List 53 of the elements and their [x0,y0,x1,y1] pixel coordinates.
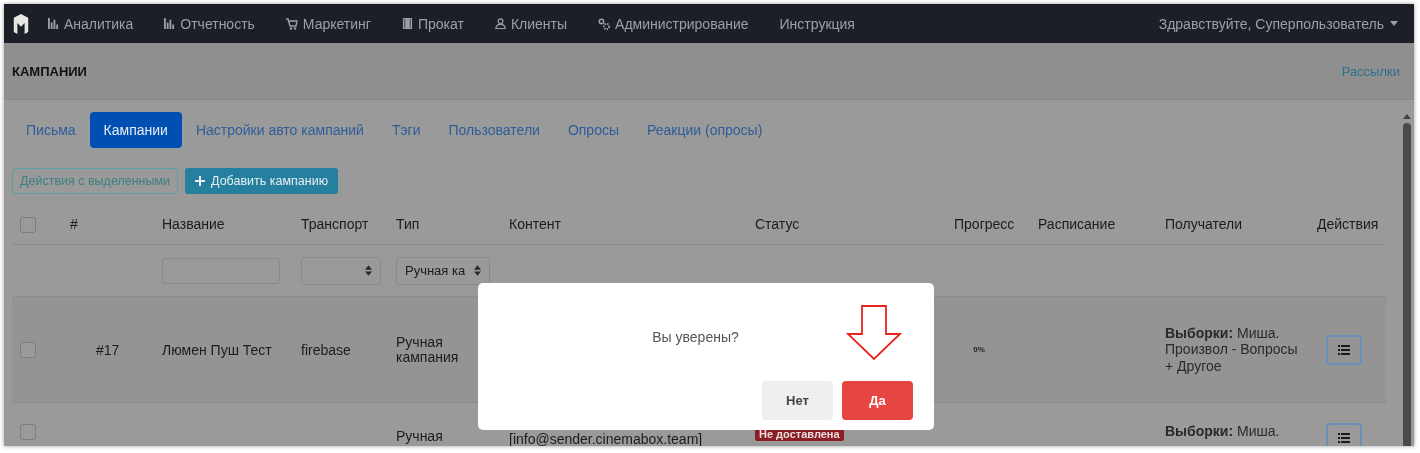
dialog-message: Вы уверены? [652,329,739,345]
column-header: Транспорт [301,216,369,232]
bar-chart-icon [164,18,176,29]
column-header: Получатели [1165,216,1243,232]
down-arrow-annotation [846,305,902,361]
column-header: Тип [396,216,420,232]
add-campaign-button[interactable]: Добавить кампанию [185,168,339,194]
confirm-button[interactable]: Да [842,381,913,420]
column-header: Расписание [1038,216,1116,232]
page-title: КАМПАНИИ [12,63,87,79]
recipients-text: Выборки: Миша. [1165,423,1281,440]
sort-caret-icon [365,265,372,276]
table-cell: [info@sender.cinemabox.team] [509,431,703,446]
nav-link[interactable]: Прокат [401,15,464,32]
scroll-up-icon[interactable] [1403,114,1411,119]
gears-icon [598,17,611,30]
user-icon [494,18,506,29]
select-all-checkbox[interactable] [20,216,36,233]
column-header: Контент [509,216,561,232]
cart-icon [285,17,298,30]
filter-select[interactable]: Ручная ка [396,256,490,285]
film-icon [401,18,413,29]
nav-link[interactable]: Аналитика [48,15,134,32]
bar-chart-icon [48,18,59,29]
cancel-button[interactable]: Нет [762,381,833,420]
table-cell-text: Ручная кампания [396,334,460,365]
nav-link[interactable]: Инструкция [779,15,855,32]
logo-icon[interactable] [12,13,30,34]
nav-link[interactable]: Маркетинг [285,15,371,32]
table-cell: firebase [301,341,351,358]
nav-link[interactable]: Отчетность [164,15,255,32]
list-icon [1338,433,1350,443]
column-header: Статус [755,216,800,232]
column-header: Название [162,216,225,232]
column-header: Действия [1317,216,1379,232]
column-header: Прогресс [954,216,1015,232]
user-menu[interactable]: Здравствуйте, Суперпользователь [1158,15,1398,32]
row-checkbox[interactable] [20,424,36,441]
tab[interactable]: Кампании [89,112,182,148]
row-checkbox[interactable] [20,342,36,359]
list-icon [1338,344,1350,355]
actions-button[interactable] [1326,334,1362,365]
plus-icon [195,176,206,186]
nav-link[interactable]: Клиенты [494,15,568,32]
nav-link[interactable]: Администрирование [598,15,749,32]
table-cell: Люмен Пуш Тест [162,341,272,358]
column-header: # [70,216,78,232]
table-cell-text: Ручная [396,429,444,444]
actions-button[interactable] [1326,423,1362,446]
recipients-text: Выборки: Миша. Произвол - Вопросы + Другое [1165,325,1299,374]
table-cell: #17 [96,341,120,358]
sort-caret-icon [474,265,481,276]
caret-icon [1390,21,1398,26]
